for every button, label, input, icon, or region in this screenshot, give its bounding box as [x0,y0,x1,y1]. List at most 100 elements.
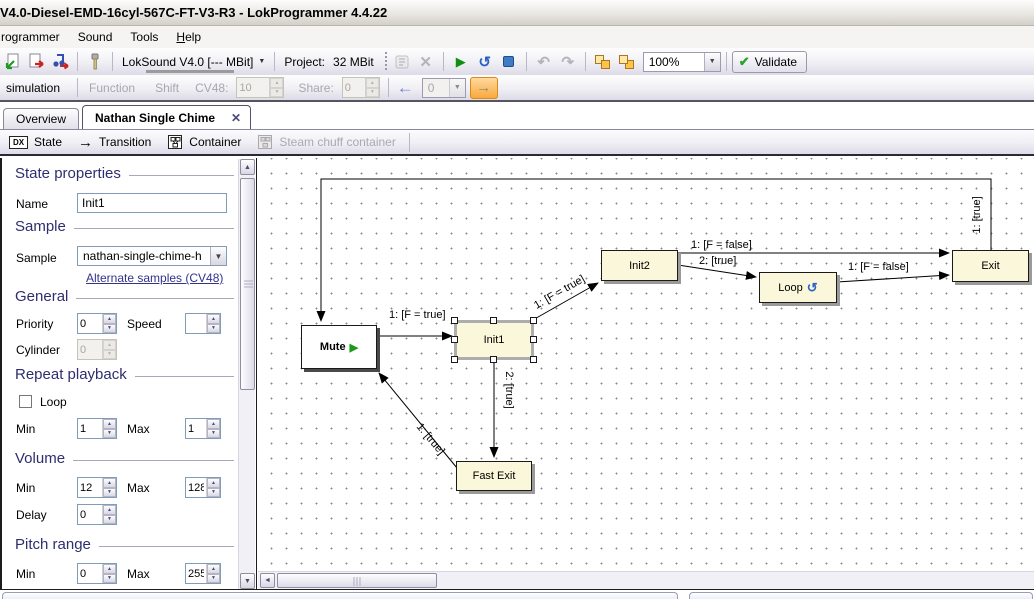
tab-overview[interactable]: Overview [3,108,79,129]
spin-up-icon[interactable]: ▲ [207,478,220,488]
spin-up-icon[interactable]: ▲ [207,419,220,429]
scroll-left-button[interactable]: ◄ [260,573,275,588]
spin-up-icon[interactable]: ▲ [207,314,220,324]
write-project-button[interactable] [25,51,47,73]
state-loop[interactable]: Loop ↺ [759,272,837,303]
function-button[interactable]: Function [89,81,135,95]
simulation-label[interactable]: simulation [6,81,60,95]
cylinder-stepper[interactable]: ▲▼ [77,339,117,360]
pitch-max-stepper[interactable]: ▲▼ [185,563,221,584]
state-mute[interactable]: Mute ▶ [301,325,377,369]
delay-stepper[interactable]: ▲▼ [77,504,117,525]
step-select[interactable]: 0 ▼ [422,78,466,98]
transition-label[interactable]: 2: [true] [699,255,736,267]
repeat-max-value[interactable] [186,419,206,438]
add-container-button[interactable]: Container [160,131,248,153]
selection-handle[interactable] [530,336,537,343]
name-field[interactable] [77,193,227,213]
priority-stepper[interactable]: ▲▼ [77,313,117,334]
cv48-value[interactable] [237,78,269,97]
spin-up-icon[interactable]: ▲ [366,78,379,88]
delay-value[interactable] [78,505,102,524]
alternate-samples-link[interactable]: Alternate samples (CV48) [86,271,223,285]
selection-handle[interactable] [451,336,458,343]
scrollbar-thumb[interactable] [277,573,437,588]
spin-down-icon[interactable]: ▼ [103,324,116,334]
device-select[interactable]: LokSound V4.0 [--- MBit] ▼ [118,51,269,73]
share-stepper[interactable]: ▲▼ [342,77,380,98]
cv48-stepper[interactable]: ▲▼ [236,77,284,98]
menu-sound[interactable]: Sound [69,27,122,47]
scroll-up-button[interactable]: ▲ [240,159,255,175]
zoom-level-select[interactable]: 100% ▼ [643,52,721,72]
transition-label[interactable]: 1: [F = false] [691,239,752,251]
canvas-horizontal-scrollbar[interactable]: ◄ [258,571,1034,589]
transition-label[interactable]: 1: [true] [414,421,447,457]
menu-programmer[interactable]: rogrammer [0,27,69,47]
write-sound-button[interactable] [49,51,71,73]
state-init2[interactable]: Init2 [601,250,678,281]
volume-max-value[interactable] [186,478,206,497]
spin-down-icon[interactable]: ▼ [103,515,116,525]
spin-down-icon[interactable]: ▼ [103,574,116,584]
validate-button[interactable]: ✔ Validate [732,51,807,73]
close-tab-icon[interactable]: ✕ [231,111,241,125]
spin-up-icon[interactable]: ▲ [103,340,116,350]
spin-down-icon[interactable]: ▼ [207,324,220,334]
priority-value[interactable] [78,314,102,333]
spin-down-icon[interactable]: ▼ [270,88,283,98]
edit-cv-button[interactable] [391,51,413,73]
stop-button[interactable] [498,51,520,73]
spin-down-icon[interactable]: ▼ [207,574,220,584]
spin-up-icon[interactable]: ▲ [270,78,283,88]
delete-button[interactable]: ✕ [415,51,437,73]
add-state-button[interactable]: DX State [2,131,69,153]
tab-nathan-single-chime[interactable]: Nathan Single Chime ✕ [82,105,251,129]
volume-min-stepper[interactable]: ▲▼ [77,477,117,498]
loop-checkbox[interactable] [19,395,32,408]
share-value[interactable] [343,78,365,97]
selection-handle[interactable] [451,317,458,324]
loop-play-button[interactable]: ↺ [474,51,496,73]
panel-scrollbar[interactable]: ▲ ▼ [238,159,255,589]
selection-handle[interactable] [490,317,497,324]
spin-down-icon[interactable]: ▼ [103,488,116,498]
spin-up-icon[interactable]: ▲ [207,564,220,574]
pitch-min-value[interactable] [78,564,102,583]
spin-down-icon[interactable]: ▼ [103,350,116,360]
shift-button[interactable]: Shift [155,81,179,95]
transition-label[interactable]: 1: [F = false] [848,261,909,273]
add-steam-chuff-container-button[interactable]: Steam chuff container [250,131,403,153]
transition-label[interactable]: 2: [true] [503,371,515,408]
state-fast-exit[interactable]: Fast Exit [456,461,532,491]
scroll-down-button[interactable]: ▼ [240,573,255,589]
transition-label[interactable]: 1: [F = true] [389,309,446,321]
spin-up-icon[interactable]: ▲ [103,314,116,324]
pitch-max-value[interactable] [186,564,206,583]
spin-down-icon[interactable]: ▼ [207,429,220,439]
scrollbar-thumb[interactable] [240,178,255,390]
transition-label[interactable]: 1: [true] [971,196,983,233]
menu-tools[interactable]: Tools [121,27,167,47]
repeat-max-stepper[interactable]: ▲▼ [185,418,221,439]
selection-handle[interactable] [451,356,458,363]
state-diagram-canvas[interactable]: 1: [F = true] 1: [F = true] 1: [F = fals… [258,158,1034,571]
read-project-button[interactable] [1,51,23,73]
step-back-button[interactable]: ← [397,78,414,98]
tools-button[interactable] [84,51,106,73]
state-init1[interactable]: Init1 [454,320,534,360]
selection-handle[interactable] [490,356,497,363]
zoom-out-button[interactable] [616,51,638,73]
menu-help[interactable]: Help [167,27,210,47]
step-forward-button[interactable]: → [470,77,498,99]
add-transition-button[interactable]: → Transition [71,131,158,153]
volume-min-value[interactable] [78,478,102,497]
speed-value[interactable] [186,314,206,333]
state-exit[interactable]: Exit [952,250,1029,282]
sample-select[interactable]: nathan-single-chime-h ▼ [77,246,227,266]
repeat-min-value[interactable] [78,419,102,438]
play-button[interactable]: ▶ [450,51,472,73]
volume-max-stepper[interactable]: ▲▼ [185,477,221,498]
spin-up-icon[interactable]: ▲ [103,419,116,429]
spin-up-icon[interactable]: ▲ [103,505,116,515]
